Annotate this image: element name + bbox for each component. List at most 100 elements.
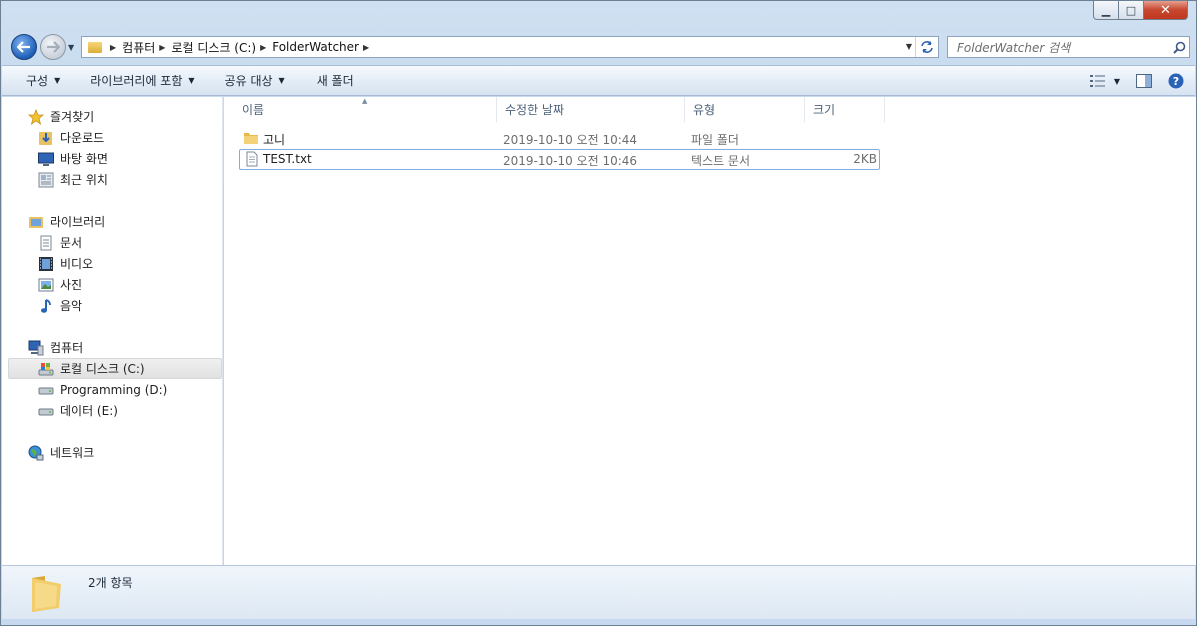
computer-group: 컴퓨터 로컬 디스크 (C:) Programming (D:) 데이터 (E:… — [2, 337, 223, 421]
music-note-icon — [38, 298, 54, 314]
forward-arrow-icon — [47, 41, 60, 53]
caret-down-icon: ▼ — [278, 76, 285, 85]
search-placeholder[interactable]: FolderWatcher 검색 — [948, 39, 1169, 56]
sidebar-item-documents[interactable]: 문서 — [2, 232, 223, 253]
sidebar-item-computer[interactable]: 컴퓨터 — [2, 337, 223, 358]
caret-down-icon: ▼ — [188, 76, 195, 85]
sidebar-item-music[interactable]: 음악 — [2, 295, 223, 316]
column-header-type[interactable]: 유형 — [685, 97, 805, 122]
library-icon — [28, 214, 44, 230]
sidebar-item-local-disk-c[interactable]: 로컬 디스크 (C:) — [8, 358, 222, 379]
folder-icon — [88, 41, 102, 53]
favorites-group: 즐겨찾기 다운로드 바탕 화면 최근 위치 — [2, 106, 223, 190]
sidebar-item-videos[interactable]: 비디오 — [2, 253, 223, 274]
sidebar-item-label: 데이터 (E:) — [60, 404, 118, 418]
search-input[interactable]: FolderWatcher 검색 — [947, 36, 1190, 58]
help-icon: ? — [1168, 73, 1184, 89]
view-options-button[interactable]: ▼ — [1085, 70, 1125, 92]
sidebar-item-libraries[interactable]: 라이브러리 — [2, 211, 223, 232]
command-bar: 구성 ▼ 라이브러리에 포함 ▼ 공유 대상 ▼ 새 폴더 ▼ ? — [2, 65, 1195, 96]
file-list-pane: ▲ 이름 수정한 날짜 유형 크기 고니 2019-10-10 오전 10:44… — [224, 97, 1196, 565]
column-header-label: 크기 — [813, 103, 836, 117]
sidebar-item-label: 문서 — [60, 236, 83, 250]
sidebar-item-label: 로컬 디스크 (C:) — [60, 362, 145, 376]
close-button[interactable]: ✕ — [1144, 1, 1188, 20]
file-size: 2KB — [853, 152, 877, 166]
system-drive-icon — [38, 361, 54, 377]
caret-down-icon: ▼ — [1113, 76, 1121, 86]
preview-pane-icon — [1136, 74, 1152, 88]
chevron-right-icon[interactable]: ▶ — [363, 43, 369, 52]
preview-pane-button[interactable] — [1131, 70, 1157, 92]
sidebar-item-label: 바탕 화면 — [60, 152, 108, 166]
documents-icon — [38, 235, 54, 251]
file-row[interactable]: TEST.txt 2019-10-10 오전 10:46 텍스트 문서 2KB — [239, 149, 880, 170]
organize-label: 구성 — [26, 74, 49, 88]
history-dropdown-icon[interactable]: ▼ — [68, 43, 74, 52]
forward-button[interactable] — [40, 34, 66, 60]
sidebar-item-label: 다운로드 — [60, 131, 105, 145]
item-count: 2개 항목 — [88, 576, 133, 590]
address-row: ▼ ▶ 컴퓨터 ▶ 로컬 디스크 (C:) ▶ FolderWatcher ▶ … — [9, 31, 1190, 61]
chevron-right-icon[interactable]: ▶ — [159, 43, 165, 52]
video-icon — [38, 256, 54, 272]
sidebar-item-label: 즐겨찾기 — [50, 110, 95, 124]
sidebar-item-drive-e[interactable]: 데이터 (E:) — [2, 400, 223, 421]
libraries-group: 라이브러리 문서 비디오 사진 음악 — [2, 211, 223, 316]
downloads-folder-icon — [38, 130, 54, 146]
column-header-date[interactable]: 수정한 날짜 — [497, 97, 685, 122]
organize-button[interactable]: 구성 ▼ — [2, 69, 73, 93]
address-bar[interactable]: ▶ 컴퓨터 ▶ 로컬 디스크 (C:) ▶ FolderWatcher ▶ ▼ — [81, 36, 939, 58]
caret-down-icon: ▼ — [54, 76, 61, 85]
column-header-name[interactable]: 이름 — [234, 97, 497, 122]
sidebar-item-favorites[interactable]: 즐겨찾기 — [2, 106, 223, 127]
new-folder-label: 새 폴더 — [316, 74, 354, 88]
drive-icon — [38, 403, 54, 419]
file-date: 2019-10-10 오전 10:46 — [503, 154, 638, 168]
address-dropdown-icon[interactable]: ▼ — [906, 42, 912, 51]
sidebar-item-recent[interactable]: 최근 위치 — [2, 169, 223, 190]
chevron-right-icon[interactable]: ▶ — [110, 43, 116, 52]
pictures-icon — [38, 277, 54, 293]
sidebar-item-label: 라이브러리 — [50, 215, 106, 229]
sidebar-item-desktop[interactable]: 바탕 화면 — [2, 148, 223, 169]
navigation-pane: 즐겨찾기 다운로드 바탕 화면 최근 위치 라이브러리 문서 비디오 사진 음악… — [2, 97, 223, 565]
sidebar-item-drive-d[interactable]: Programming (D:) — [2, 379, 223, 400]
file-row[interactable]: 고니 2019-10-10 오전 10:44 파일 폴더 — [239, 128, 880, 149]
refresh-icon[interactable] — [915, 37, 937, 57]
sidebar-item-network[interactable]: 네트워크 — [2, 442, 223, 463]
new-folder-button[interactable]: 새 폴더 — [304, 69, 367, 93]
file-name: 고니 — [263, 133, 286, 147]
chevron-right-icon[interactable]: ▶ — [260, 43, 266, 52]
svg-text:?: ? — [1173, 75, 1179, 88]
maximize-button[interactable]: □ — [1119, 1, 1144, 20]
sidebar-item-label: 사진 — [60, 278, 83, 292]
back-button[interactable] — [11, 34, 37, 60]
file-type: 파일 폴더 — [691, 133, 739, 147]
share-button[interactable]: 공유 대상 ▼ — [212, 69, 298, 93]
search-icon[interactable] — [1169, 41, 1189, 54]
minimize-button[interactable]: ▁ — [1093, 1, 1119, 20]
breadcrumb-computer[interactable]: 컴퓨터 — [122, 39, 155, 56]
sidebar-item-label: 최근 위치 — [60, 173, 108, 187]
breadcrumb-local-disk[interactable]: 로컬 디스크 (C:) — [171, 39, 256, 56]
view-list-icon — [1089, 75, 1105, 87]
text-file-icon — [244, 151, 260, 170]
star-icon — [28, 108, 44, 125]
include-library-button[interactable]: 라이브러리에 포함 ▼ — [77, 69, 207, 93]
help-button[interactable]: ? — [1163, 70, 1189, 92]
file-date: 2019-10-10 오전 10:44 — [503, 133, 638, 147]
sidebar-item-pictures[interactable]: 사진 — [2, 274, 223, 295]
breadcrumb-folderwatcher[interactable]: FolderWatcher — [272, 40, 359, 54]
back-arrow-icon — [17, 41, 30, 53]
share-label: 공유 대상 — [224, 74, 273, 88]
toolbar-right: ▼ ? — [1079, 70, 1189, 92]
drive-icon — [38, 382, 54, 398]
column-header-size[interactable]: 크기 — [805, 97, 885, 122]
sidebar-item-downloads[interactable]: 다운로드 — [2, 127, 223, 148]
details-pane: 2개 항목 — [2, 565, 1195, 619]
desktop-icon — [38, 151, 54, 167]
network-group: 네트워크 — [2, 442, 223, 463]
sidebar-item-label: 음악 — [60, 299, 83, 313]
column-header-label: 이름 — [242, 103, 265, 117]
